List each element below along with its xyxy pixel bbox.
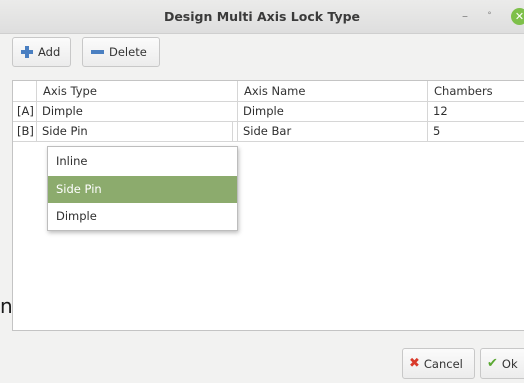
add-button-label: Add	[38, 45, 61, 59]
dropdown-option-side-pin[interactable]: Side Pin	[48, 176, 237, 203]
axis-type-cell[interactable]: Dimple	[37, 102, 238, 122]
minimize-icon[interactable]: –	[462, 7, 468, 25]
axis-type-dropdown-list: Inline Side Pin Dimple	[47, 146, 238, 231]
stray-text: n	[0, 294, 13, 318]
column-header-chambers[interactable]: Chambers	[428, 81, 524, 102]
column-header-axis-type[interactable]: Axis Type	[37, 81, 238, 102]
cancel-button-label: Cancel	[423, 356, 463, 371]
ok-button-label: Ok	[501, 356, 518, 371]
column-header-axis-name[interactable]: Axis Name	[238, 81, 428, 102]
row-index[interactable]: [A]	[13, 102, 37, 122]
check-icon: ✔	[487, 356, 498, 371]
window-title: Design Multi Axis Lock Type	[163, 9, 361, 24]
cancel-icon: ✖	[409, 356, 420, 371]
delete-button-label: Delete	[109, 45, 147, 59]
ok-button[interactable]: ✔ Ok	[480, 348, 524, 379]
title-bar: Design Multi Axis Lock Type – ˚ ✕	[0, 0, 524, 34]
axis-name-cell[interactable]: Dimple	[238, 102, 428, 122]
chambers-cell[interactable]: 12	[428, 102, 524, 122]
row-index[interactable]: [B]	[13, 122, 37, 142]
close-icon[interactable]: ✕	[511, 8, 524, 25]
minus-icon	[91, 50, 104, 54]
maximize-icon[interactable]: ˚	[487, 9, 492, 27]
axis-type-combo[interactable]: Side Pin ﹀	[37, 122, 251, 142]
axis-name-cell[interactable]: Side Bar	[238, 122, 428, 142]
dropdown-option-dimple[interactable]: Dimple	[48, 203, 237, 230]
dropdown-option-inline[interactable]: Inline	[48, 148, 237, 175]
add-button[interactable]: Add	[12, 37, 71, 67]
plus-icon	[21, 46, 33, 58]
axis-type-combo-value: Side Pin	[42, 124, 88, 138]
cancel-button[interactable]: ✖ Cancel	[402, 348, 475, 379]
column-header-index	[13, 81, 37, 102]
delete-button[interactable]: Delete	[82, 37, 160, 67]
chambers-cell[interactable]: 5	[428, 122, 524, 142]
